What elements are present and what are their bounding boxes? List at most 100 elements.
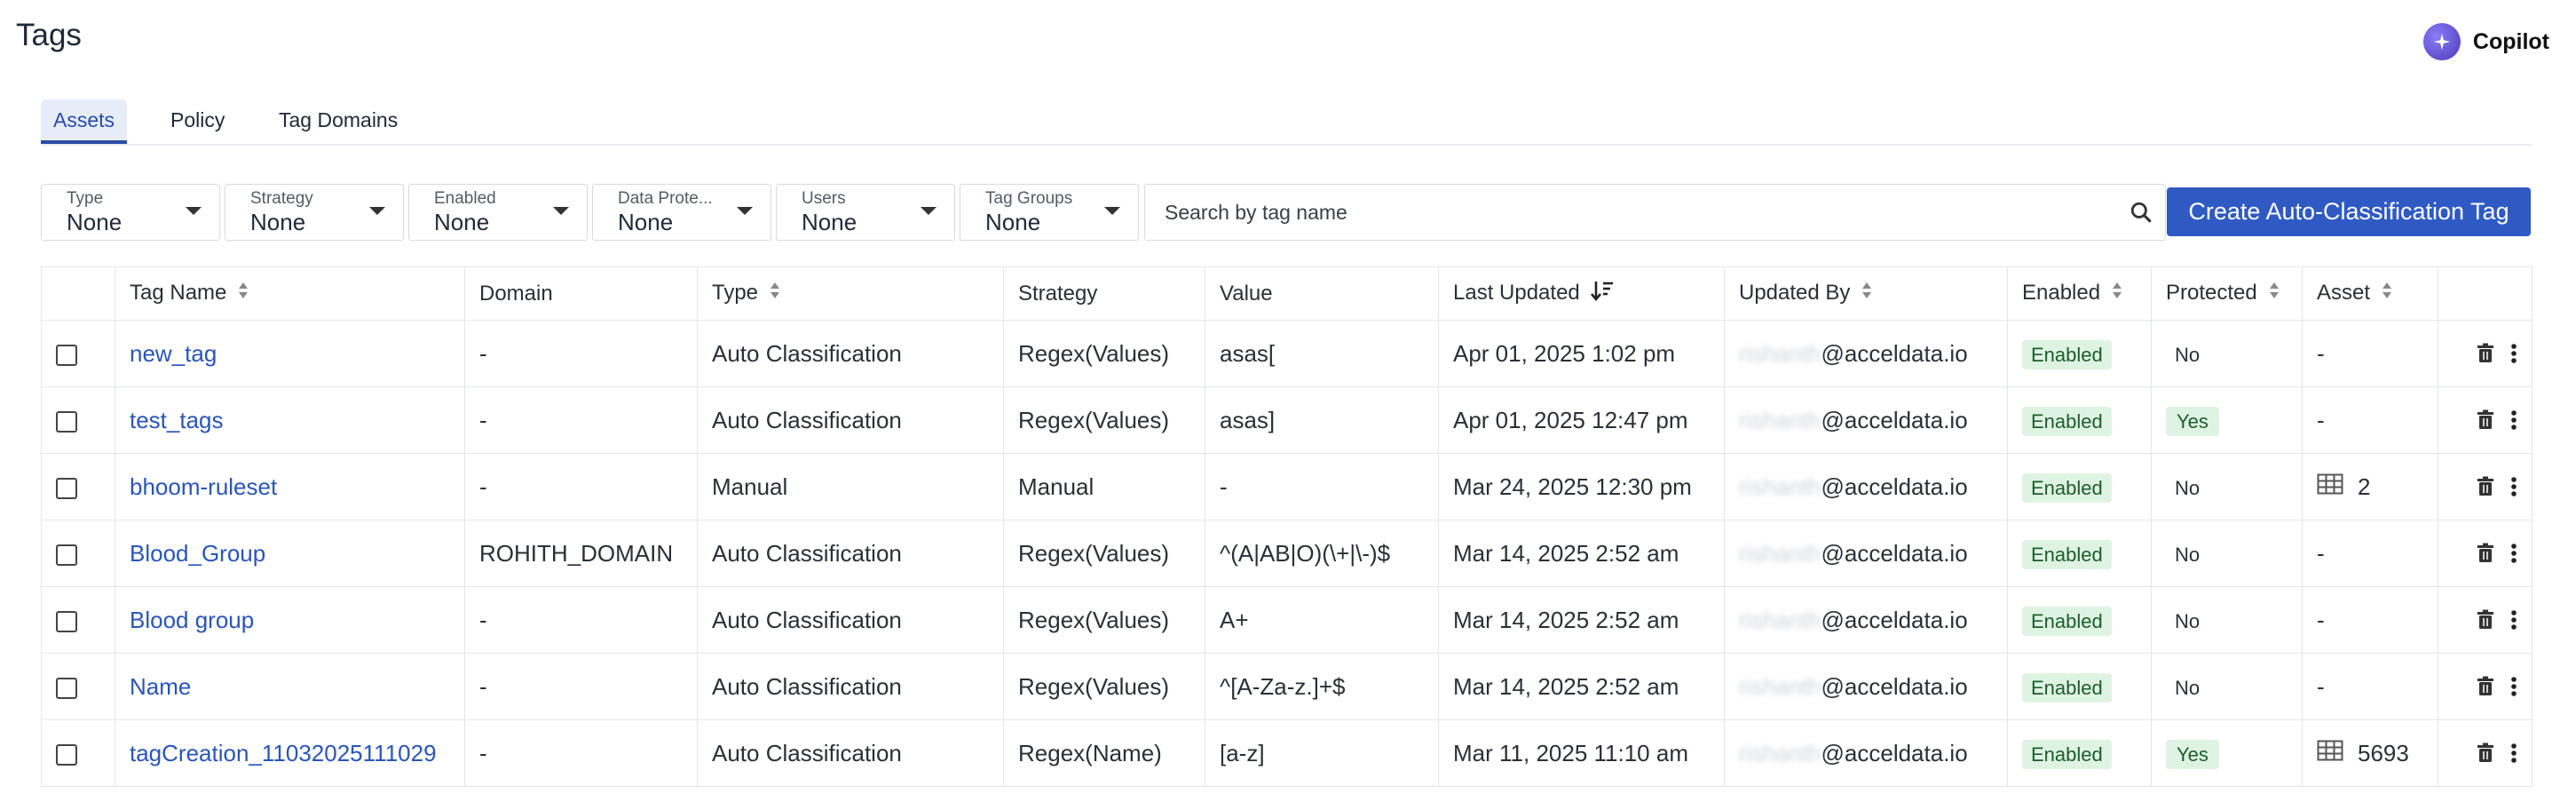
- header-label: Updated By: [1739, 280, 1851, 305]
- tag-name-link[interactable]: bhoom-ruleset: [130, 473, 277, 500]
- row-checkbox[interactable]: [56, 677, 77, 699]
- asset-count: 2: [2358, 472, 2371, 500]
- filter-users[interactable]: Users None: [776, 184, 955, 241]
- sort-icon[interactable]: [237, 281, 249, 306]
- last-updated-cell: Mar 14, 2025 2:52 am: [1438, 520, 1725, 587]
- tag-name-link[interactable]: tagCreation_11032025111029: [130, 740, 437, 766]
- domain-cell: -: [464, 386, 698, 454]
- sort-icon[interactable]: [2268, 281, 2280, 306]
- tab-assets[interactable]: Assets: [41, 99, 128, 144]
- sort-descending-icon[interactable]: [1590, 279, 1614, 308]
- header-asset[interactable]: Asset: [2302, 266, 2438, 321]
- trash-icon[interactable]: [2477, 742, 2494, 764]
- value-cell: asas[: [1205, 320, 1439, 387]
- asset-cell: 2: [2302, 453, 2438, 520]
- row-checkbox[interactable]: [56, 743, 77, 766]
- row-checkbox[interactable]: [56, 344, 77, 366]
- more-vertical-icon[interactable]: [2510, 609, 2517, 631]
- trash-icon[interactable]: [2477, 476, 2494, 497]
- trash-icon[interactable]: [2477, 409, 2494, 431]
- filter-type[interactable]: Type None: [41, 184, 220, 241]
- select-cell: [41, 453, 115, 520]
- status-badge: Enabled: [2022, 472, 2112, 503]
- actions-header: [2438, 266, 2533, 321]
- select-cell: [41, 719, 115, 787]
- trash-icon[interactable]: [2477, 676, 2494, 697]
- status-badge: Enabled: [2022, 339, 2112, 369]
- row-checkbox[interactable]: [56, 410, 77, 433]
- row-checkbox[interactable]: [56, 610, 77, 632]
- user-name-blurred: rishanth: [1739, 339, 1821, 367]
- caret-down-icon: [186, 207, 201, 215]
- header-label: Tag Name: [130, 280, 227, 305]
- domain-cell: -: [464, 453, 698, 520]
- strategy-cell: Manual: [1003, 453, 1205, 520]
- more-vertical-icon[interactable]: [2510, 409, 2517, 431]
- updated-by-cell: rishanth@acceldata.io: [1724, 520, 2008, 587]
- tag-name-link[interactable]: Blood group: [130, 607, 254, 633]
- header-tag-name[interactable]: Tag Name: [115, 266, 465, 321]
- caret-down-icon: [369, 207, 385, 215]
- header-last-updated[interactable]: Last Updated: [1438, 266, 1725, 321]
- search-icon[interactable]: [2130, 201, 2153, 228]
- create-auto-classification-tag-button[interactable]: Create Auto-Classification Tag: [2167, 187, 2531, 236]
- user-name-blurred: rishanth: [1739, 539, 1821, 567]
- user-email-domain: @acceldata.io: [1821, 606, 1968, 633]
- filter-data-protection[interactable]: Data Prote... None: [592, 184, 771, 241]
- trash-icon[interactable]: [2477, 543, 2494, 564]
- trash-icon[interactable]: [2477, 609, 2494, 631]
- tags-table: Tag Name Domain Type Strategy Value Last…: [41, 266, 2533, 787]
- strategy-cell: Regex(Values): [1003, 386, 1205, 454]
- trash-icon[interactable]: [2477, 343, 2494, 364]
- header-strategy: Strategy: [1003, 266, 1205, 321]
- tag-name-link[interactable]: Name: [130, 673, 191, 700]
- row-checkbox[interactable]: [56, 544, 77, 566]
- select-cell: [41, 386, 115, 454]
- enabled-cell: Enabled: [2007, 653, 2152, 720]
- tab-tag-domains[interactable]: Tag Domains: [266, 99, 410, 140]
- more-vertical-icon[interactable]: [2510, 742, 2517, 764]
- filter-value: None: [434, 209, 490, 235]
- table-row: Name - Auto Classification Regex(Values)…: [41, 653, 2533, 720]
- filter-tag-groups[interactable]: Tag Groups None: [960, 184, 1139, 241]
- status-badge: Enabled: [2022, 406, 2112, 436]
- protected-cell: No: [2151, 320, 2303, 387]
- sort-icon[interactable]: [769, 281, 781, 306]
- sort-icon[interactable]: [2381, 281, 2393, 306]
- search-input[interactable]: [1163, 185, 2098, 240]
- more-vertical-icon[interactable]: [2510, 676, 2517, 697]
- actions-cell: [2438, 386, 2533, 454]
- row-checkbox[interactable]: [56, 477, 77, 499]
- actions-cell: [2438, 320, 2533, 387]
- filter-label: Type: [67, 189, 104, 208]
- domain-cell: -: [464, 586, 698, 654]
- tag-name-cell: tagCreation_11032025111029: [115, 719, 465, 787]
- last-updated-cell: Mar 14, 2025 2:52 am: [1438, 586, 1725, 654]
- table-row: Blood group - Auto Classification Regex(…: [41, 586, 2533, 654]
- more-vertical-icon[interactable]: [2510, 343, 2517, 364]
- header-type[interactable]: Type: [697, 266, 1004, 321]
- header-enabled[interactable]: Enabled: [2007, 266, 2152, 321]
- tag-name-cell: new_tag: [115, 320, 465, 387]
- value-cell: ^[A-Za-z.]+$: [1205, 653, 1439, 720]
- tab-policy[interactable]: Policy: [158, 99, 237, 140]
- filter-strategy[interactable]: Strategy None: [225, 184, 404, 241]
- tag-name-link[interactable]: new_tag: [130, 340, 217, 367]
- tag-name-link[interactable]: Blood_Group: [130, 540, 265, 567]
- strategy-cell: Regex(Values): [1003, 520, 1205, 587]
- filter-value: None: [618, 209, 674, 235]
- more-vertical-icon[interactable]: [2510, 476, 2517, 497]
- tag-name-link[interactable]: test_tags: [130, 407, 224, 433]
- filter-enabled[interactable]: Enabled None: [408, 184, 588, 241]
- table-row: tagCreation_11032025111029 - Auto Classi…: [41, 719, 2533, 787]
- header-protected[interactable]: Protected: [2151, 266, 2303, 321]
- header-updated-by[interactable]: Updated By: [1724, 266, 2008, 321]
- more-vertical-icon[interactable]: [2510, 543, 2517, 564]
- updated-by-cell: rishanth@acceldata.io: [1724, 386, 2008, 454]
- user-name-blurred: rishanth: [1739, 406, 1821, 433]
- sort-icon[interactable]: [1861, 281, 1873, 306]
- copilot-button[interactable]: Copilot: [2422, 23, 2549, 60]
- sort-icon[interactable]: [2111, 281, 2123, 306]
- strategy-cell: Regex(Values): [1003, 653, 1205, 720]
- user-name-blurred: rishanth: [1739, 606, 1821, 633]
